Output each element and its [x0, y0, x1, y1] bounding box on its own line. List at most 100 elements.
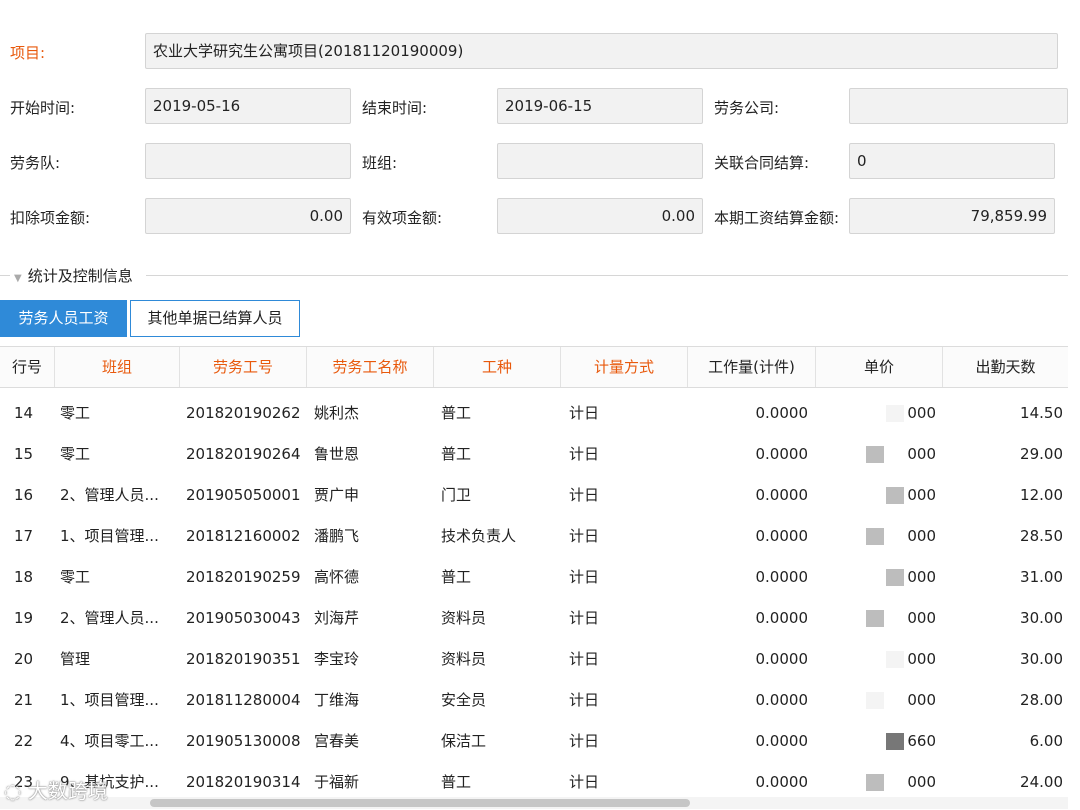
deduction-amount-field[interactable]: 0.00	[145, 198, 351, 234]
table-row[interactable]: 17 1、项目管理... 201812160002 潘鹏飞 技术负责人 计日 0.0000 0…	[0, 516, 1068, 557]
cell-workload: 0.0000	[755, 609, 809, 627]
cell-worker-id: 201820190262	[186, 404, 301, 422]
cell-measure: 计日	[569, 732, 600, 750]
scrollbar-thumb[interactable]	[150, 799, 690, 807]
watermark-icon: ◌	[4, 779, 28, 803]
cell-worker-id: 201820190264	[186, 445, 301, 463]
cell-worker-id: 201905050001	[186, 486, 301, 504]
section-divider-left	[0, 275, 10, 276]
cell-group: 零工	[60, 568, 91, 586]
col-header-group[interactable]: 班组	[55, 347, 180, 387]
start-time-label: 开始时间:	[10, 99, 76, 117]
cell-measure: 计日	[569, 404, 600, 422]
group-field[interactable]	[497, 143, 703, 179]
cell-row-no: 22	[14, 732, 34, 750]
labor-team-label: 劳务队:	[10, 154, 61, 172]
cell-measure: 计日	[569, 486, 600, 504]
cell-worker-name: 宫春美	[314, 732, 360, 750]
col-header-workload[interactable]: 工作量(计件)	[688, 347, 816, 387]
col-header-work-type[interactable]: 工种	[434, 347, 561, 387]
period-wage-amount-field[interactable]: 79,859.99	[849, 198, 1055, 234]
labor-company-field[interactable]	[849, 88, 1068, 124]
deduction-amount-label: 扣除项金额:	[10, 209, 91, 227]
period-wage-amount-label: 本期工资结算金额:	[714, 209, 840, 227]
cell-worker-id: 201812160002	[186, 527, 301, 545]
cell-work-type: 安全员	[441, 691, 487, 709]
cell-measure: 计日	[569, 568, 600, 586]
section-title-text: 统计及控制信息	[27, 267, 133, 285]
cell-row-no: 14	[14, 404, 34, 422]
cell-group: 管理	[60, 650, 91, 668]
end-time-field[interactable]: 2019-06-15	[497, 88, 703, 124]
col-header-row-no[interactable]: 行号	[0, 347, 55, 387]
start-time-field[interactable]: 2019-05-16	[145, 88, 351, 124]
horizontal-scrollbar[interactable]	[0, 797, 1068, 809]
section-divider-right	[146, 275, 1068, 276]
redaction-block	[866, 692, 884, 709]
redaction-block	[886, 487, 904, 504]
redaction-block	[886, 651, 904, 668]
table-row[interactable]: 15 零工 201820190264 鲁世恩 普工 计日 0.0000 000 29.00	[0, 434, 1068, 475]
cell-measure: 计日	[569, 445, 600, 463]
cell-workload: 0.0000	[755, 527, 809, 545]
cell-group: 4、项目零工...	[60, 732, 159, 750]
table-row[interactable]: 18 零工 201820190259 高怀德 普工 计日 0.0000 000 31.00	[0, 557, 1068, 598]
table-row[interactable]: 14 零工 201820190262 姚利杰 普工 计日 0.0000 000 14.50	[0, 393, 1068, 434]
cell-worker-name: 李宝玲	[314, 650, 360, 668]
col-header-measure[interactable]: 计量方式	[561, 347, 688, 387]
end-time-label: 结束时间:	[362, 99, 428, 117]
table-row[interactable]: 16 2、管理人员... 201905050001 贾广申 门卫 计日 0.0000 000 1…	[0, 475, 1068, 516]
tab-other-settled[interactable]: 其他单据已结算人员	[130, 300, 300, 337]
stats-control-section[interactable]: ▼ 统计及控制信息	[0, 262, 1068, 288]
cell-worker-name: 潘鹏飞	[314, 527, 360, 545]
tab-labor-wages[interactable]: 劳务人员工资	[0, 300, 127, 337]
cell-worker-id: 201905130008	[186, 732, 301, 750]
cell-attendance: 30.00	[1020, 650, 1063, 668]
cell-worker-id: 201820190259	[186, 568, 301, 586]
table-row[interactable]: 21 1、项目管理... 201811280004 丁维海 安全员 计日 0.0000 000…	[0, 680, 1068, 721]
cell-measure: 计日	[569, 691, 600, 709]
cell-worker-name: 刘海芹	[314, 609, 360, 627]
cell-work-type: 普工	[441, 445, 472, 463]
redaction-block	[866, 610, 884, 627]
cell-work-type: 普工	[441, 568, 472, 586]
valid-amount-field[interactable]: 0.00	[497, 198, 703, 234]
col-header-unit-price[interactable]: 单价	[816, 347, 943, 387]
cell-workload: 0.0000	[755, 650, 809, 668]
cell-workload: 0.0000	[755, 445, 809, 463]
cell-attendance: 14.50	[1020, 404, 1063, 422]
table-row[interactable]: 22 4、项目零工... 201905130008 宫春美 保洁工 计日 0.0000 660…	[0, 721, 1068, 762]
cell-attendance: 6.00	[1029, 732, 1063, 750]
cell-unit-price: 000	[907, 527, 936, 545]
related-contract-field[interactable]: 0	[849, 143, 1055, 179]
labor-company-label: 劳务公司:	[714, 99, 780, 117]
cell-work-type: 技术负责人	[441, 527, 517, 545]
table-row[interactable]: 19 2、管理人员... 201905030043 刘海芹 资料员 计日 0.0000 000…	[0, 598, 1068, 639]
labor-team-field[interactable]	[145, 143, 351, 179]
group-label: 班组:	[362, 154, 398, 172]
cell-workload: 0.0000	[755, 732, 809, 750]
cell-measure: 计日	[569, 609, 600, 627]
col-header-attendance[interactable]: 出勤天数	[943, 347, 1068, 387]
redaction-block	[886, 569, 904, 586]
cell-workload: 0.0000	[755, 486, 809, 504]
cell-group: 零工	[60, 445, 91, 463]
col-header-worker-name[interactable]: 劳务工名称	[307, 347, 434, 387]
cell-worker-name: 姚利杰	[314, 404, 360, 422]
collapse-triangle-icon[interactable]: ▼	[14, 273, 22, 284]
cell-group: 1、项目管理...	[60, 527, 159, 545]
redaction-block	[866, 528, 884, 545]
cell-worker-name: 丁维海	[314, 691, 360, 709]
watermark-text: 大数跨境	[27, 779, 108, 803]
project-field[interactable]: 农业大学研究生公寓项目(20181120190009)	[145, 33, 1058, 69]
cell-group: 2、管理人员...	[60, 609, 159, 627]
cell-worker-id: 201820190351	[186, 650, 301, 668]
table-row[interactable]: 20 管理 201820190351 李宝玲 资料员 计日 0.0000 000 30.00	[0, 639, 1068, 680]
cell-work-type: 门卫	[441, 486, 472, 504]
col-header-worker-id[interactable]: 劳务工号	[180, 347, 307, 387]
table-header: 行号 班组 劳务工号 劳务工名称 工种 计量方式 工作量(计件) 单价 出勤天数	[0, 347, 1068, 388]
cell-row-no: 17	[14, 527, 34, 545]
cell-workload: 0.0000	[755, 404, 809, 422]
redaction-block	[866, 446, 884, 463]
cell-attendance: 12.00	[1020, 486, 1063, 504]
